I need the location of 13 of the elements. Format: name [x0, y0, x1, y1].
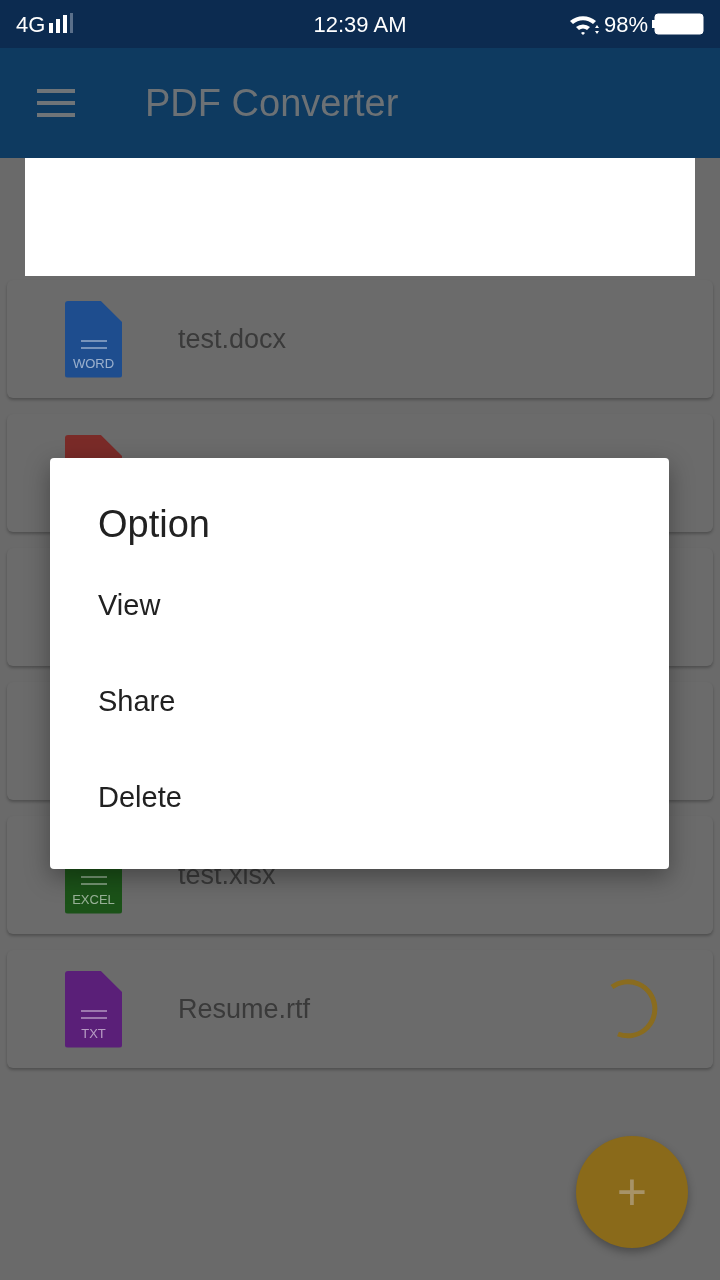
dialog-title: Option [98, 502, 211, 546]
file-type-label: EXCEL [72, 892, 115, 906]
battery-icon [652, 13, 704, 35]
menu-option[interactable]: View [98, 558, 669, 654]
battery-percent: 98% [603, 10, 648, 39]
signal-icon [49, 13, 76, 35]
file-type-label: WORD [72, 356, 115, 370]
network-type: 4G [16, 10, 46, 39]
menu-icon [37, 89, 75, 117]
clock: 12:39 AM [312, 10, 408, 39]
menu-option[interactable]: Share [98, 654, 669, 750]
file-type-label: TXT [81, 1026, 106, 1040]
app-title: PDF Converter [145, 80, 399, 126]
